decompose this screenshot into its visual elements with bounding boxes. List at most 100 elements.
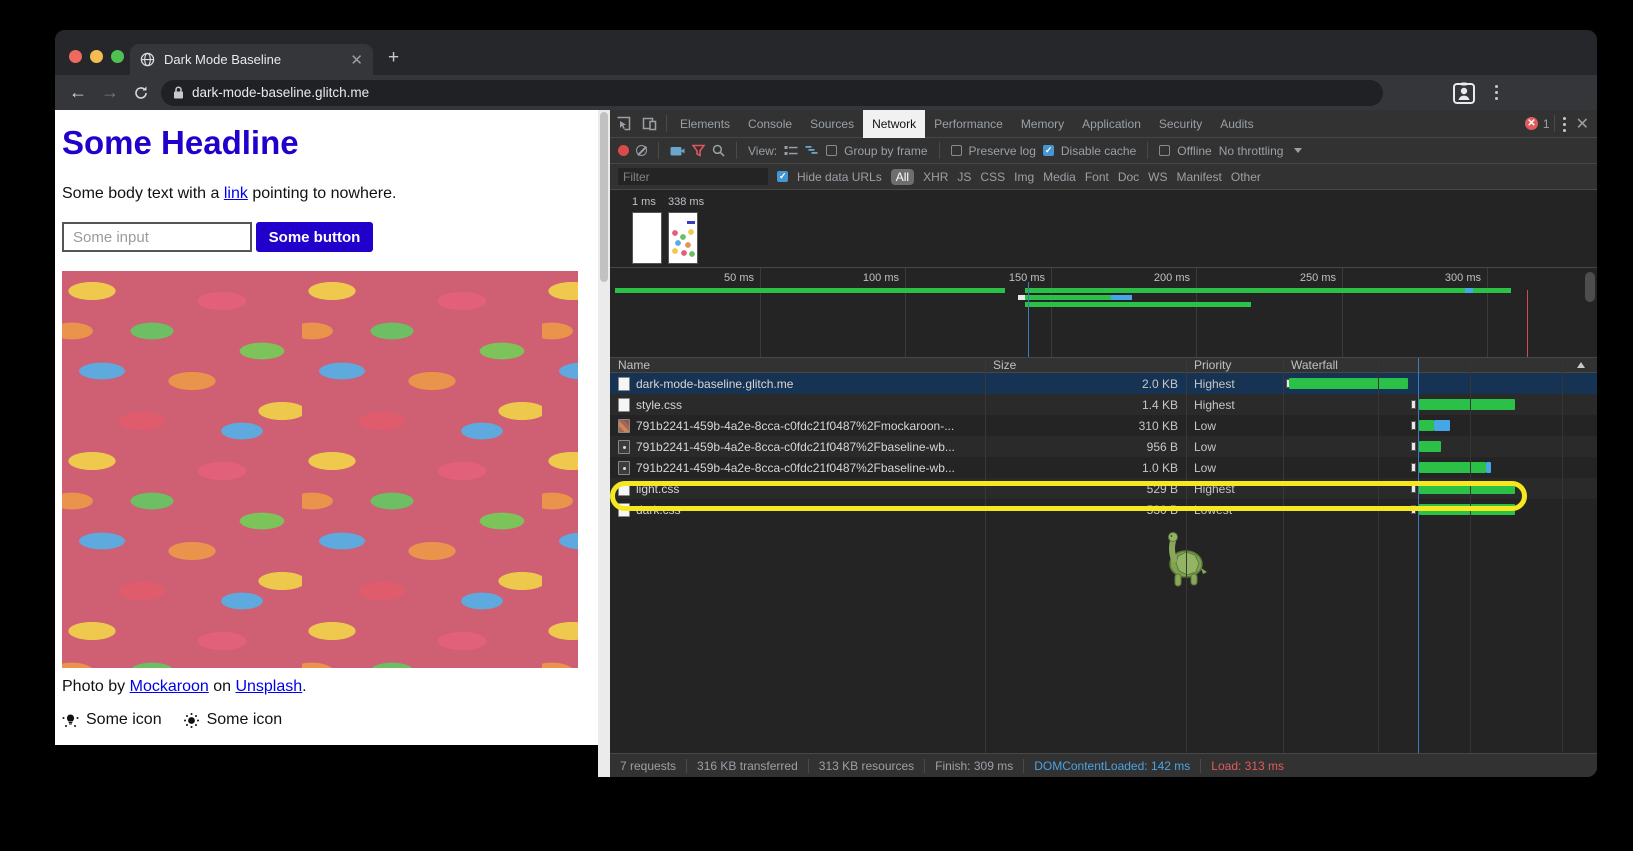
request-name: 791b2241-459b-4a2e-8cca-c0fdc21f0487%2Fb…: [610, 461, 985, 475]
offline-label[interactable]: Offline: [1177, 144, 1211, 158]
filter-type-css[interactable]: CSS: [980, 170, 1005, 184]
minimize-window-button[interactable]: [90, 50, 103, 63]
group-by-frame-label[interactable]: Group by frame: [844, 144, 927, 158]
disable-cache-label[interactable]: Disable cache: [1061, 144, 1136, 158]
tab-memory[interactable]: Memory: [1012, 110, 1073, 138]
screenshot-thumbnail-blank[interactable]: [632, 212, 662, 264]
search-icon[interactable]: [712, 144, 725, 157]
unsplash-link[interactable]: Unsplash: [235, 678, 302, 695]
column-priority[interactable]: Priority: [1186, 358, 1283, 372]
filter-type-font[interactable]: Font: [1085, 170, 1109, 184]
scrollbar-thumb[interactable]: [600, 112, 608, 282]
zoom-window-button[interactable]: [111, 50, 124, 63]
request-priority: Highest: [1186, 377, 1283, 391]
filter-input[interactable]: [618, 168, 768, 185]
preserve-log-label[interactable]: Preserve log: [969, 144, 1036, 158]
browser-tab[interactable]: Dark Mode Baseline ✕: [130, 44, 373, 75]
some-input-field[interactable]: [62, 222, 252, 252]
request-row-791b2241-459b-4a2e-8cca-c0fd[interactable]: 791b2241-459b-4a2e-8cca-c0fdc21f0487%2Fb…: [610, 457, 1597, 478]
column-divider: [1186, 358, 1187, 753]
page-scrollbar[interactable]: [598, 110, 610, 777]
hide-data-urls-checkbox[interactable]: [777, 171, 788, 182]
candy-photo: [62, 271, 578, 668]
mockaroon-link[interactable]: Mockaroon: [130, 678, 209, 695]
screenshot-thumbnail-loaded[interactable]: [668, 212, 698, 264]
request-row-light.css[interactable]: light.css529 BHighest: [610, 478, 1597, 499]
error-count: 1: [1543, 117, 1550, 131]
filter-type-js[interactable]: JS: [957, 170, 971, 184]
forward-icon[interactable]: →: [101, 82, 119, 103]
offline-checkbox[interactable]: [1159, 145, 1170, 156]
screenshot-camera-icon[interactable]: [670, 145, 685, 157]
request-row-791b2241-459b-4a2e-8cca-c0fd[interactable]: 791b2241-459b-4a2e-8cca-c0fdc21f0487%2Fb…: [610, 436, 1597, 457]
group-by-frame-checkbox[interactable]: [826, 145, 837, 156]
reload-icon[interactable]: [133, 85, 149, 101]
tab-security[interactable]: Security: [1150, 110, 1211, 138]
request-row-dark.css[interactable]: dark.css530 BLowest: [610, 499, 1597, 520]
inspect-element-icon[interactable]: [610, 114, 636, 134]
tab-close-icon[interactable]: ✕: [350, 51, 363, 69]
tab-console[interactable]: Console: [739, 110, 801, 138]
column-divider: [1283, 358, 1284, 753]
filter-type-media[interactable]: Media: [1043, 170, 1076, 184]
requests-count: 7 requests: [610, 759, 687, 773]
filter-funnel-icon[interactable]: [692, 144, 705, 157]
tab-audits[interactable]: Audits: [1211, 110, 1262, 138]
waterfall-view-icon[interactable]: [805, 145, 819, 157]
tab-application[interactable]: Application: [1073, 110, 1150, 138]
large-rows-icon[interactable]: [784, 145, 798, 157]
error-badge[interactable]: ✕1: [1525, 117, 1550, 131]
request-waterfall: [1283, 394, 1597, 415]
tab-sources[interactable]: Sources: [801, 110, 863, 138]
filter-type-other[interactable]: Other: [1231, 170, 1261, 184]
clear-icon[interactable]: [636, 145, 647, 156]
divider: [666, 115, 667, 132]
profile-icon[interactable]: [1453, 82, 1475, 104]
filter-type-ws[interactable]: WS: [1148, 170, 1167, 184]
address-field[interactable]: dark-mode-baseline.glitch.me: [161, 80, 1383, 106]
request-row-dark-mode-baseline.glitch.me[interactable]: dark-mode-baseline.glitch.me2.0 KBHighes…: [610, 373, 1597, 394]
column-size[interactable]: Size: [985, 358, 1186, 372]
network-overview[interactable]: 50 ms 100 ms 150 ms 200 ms 250 ms 300 ms: [610, 268, 1597, 358]
browser-menu-icon[interactable]: [1495, 85, 1498, 88]
filter-type-img[interactable]: Img: [1014, 170, 1034, 184]
request-size: 1.0 KB: [985, 461, 1186, 475]
divider: [658, 142, 659, 159]
filter-type-doc[interactable]: Doc: [1118, 170, 1139, 184]
filter-type-xhr[interactable]: XHR: [923, 170, 948, 184]
request-waterfall: [1283, 499, 1597, 520]
tab-network[interactable]: Network: [863, 110, 925, 138]
tab-elements[interactable]: Elements: [671, 110, 739, 138]
sort-ascending-icon[interactable]: [1577, 362, 1585, 368]
filter-type-all[interactable]: All: [891, 169, 914, 185]
waterfall-gridline: [1470, 358, 1471, 753]
new-tab-button[interactable]: +: [388, 48, 399, 67]
column-waterfall[interactable]: Waterfall: [1283, 358, 1338, 372]
some-button[interactable]: Some button: [256, 222, 373, 252]
column-name[interactable]: Name: [610, 358, 985, 372]
back-icon[interactable]: ←: [69, 82, 87, 103]
close-window-button[interactable]: [69, 50, 82, 63]
devtools-menu-icon[interactable]: [1563, 117, 1566, 120]
devtools-close-icon[interactable]: ✕: [1576, 114, 1589, 134]
caption-pre: Photo by: [62, 678, 130, 695]
tab-performance[interactable]: Performance: [925, 110, 1012, 138]
hide-data-urls-label[interactable]: Hide data URLs: [797, 170, 882, 184]
filter-type-manifest[interactable]: Manifest: [1177, 170, 1222, 184]
request-row-style.css[interactable]: style.css1.4 KBHighest: [610, 394, 1597, 415]
preserve-log-checkbox[interactable]: [951, 145, 962, 156]
record-icon[interactable]: [618, 145, 629, 156]
window-controls[interactable]: [69, 50, 124, 63]
request-size: 530 B: [985, 503, 1186, 517]
body-link[interactable]: link: [224, 185, 248, 202]
throttling-select[interactable]: No throttling: [1219, 144, 1284, 158]
device-toolbar-icon[interactable]: [636, 114, 662, 134]
chevron-down-icon[interactable]: [1294, 148, 1302, 153]
sun-icon: [183, 712, 200, 729]
request-row-791b2241-459b-4a2e-8cca-c0fd[interactable]: 791b2241-459b-4a2e-8cca-c0fdc21f0487%2Fm…: [610, 415, 1597, 436]
request-priority: Low: [1186, 440, 1283, 454]
devtools-statusbar: 7 requests 316 KB transferred 313 KB res…: [610, 753, 1597, 777]
browser-window: Dark Mode Baseline ✕ + ← → dark-mode-bas…: [55, 30, 1597, 777]
disable-cache-checkbox[interactable]: [1043, 145, 1054, 156]
overview-bar-row: [610, 288, 1597, 293]
